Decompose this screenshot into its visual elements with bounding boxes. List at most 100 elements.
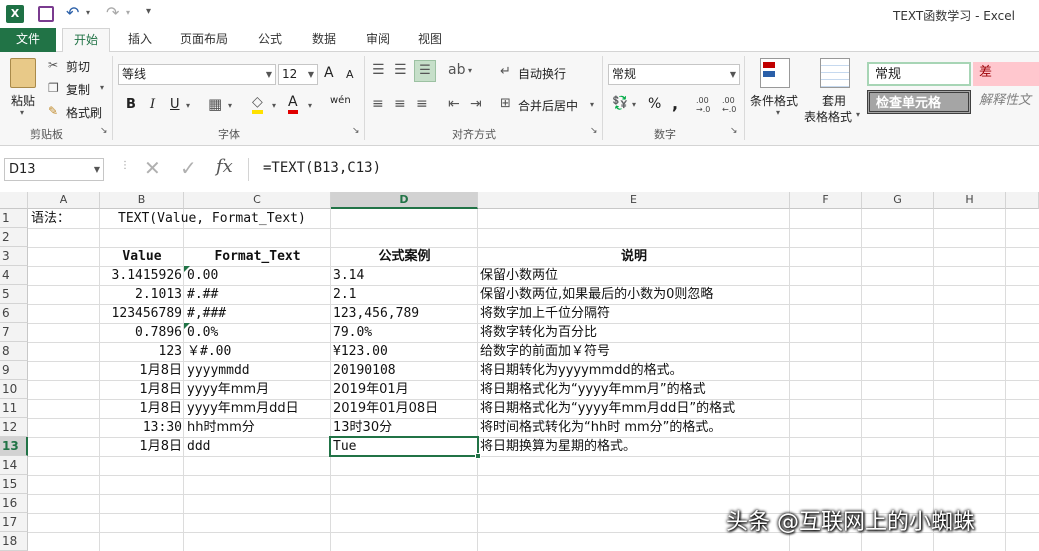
cell-value[interactable]: 1月8日 (100, 380, 184, 399)
cell-result[interactable]: ¥123.00 (333, 342, 388, 361)
save-icon[interactable] (38, 6, 54, 22)
fill-color-icon[interactable]: ◇ (252, 94, 263, 114)
underline-dropdown-icon[interactable]: ▾ (186, 101, 190, 110)
cell-value[interactable]: 123456789 (100, 304, 184, 323)
cell-desc[interactable]: 将时间格式转化为“hh时 mm分”的格式。 (480, 418, 721, 437)
cell-format[interactable]: yyyy年mm月 (187, 380, 269, 399)
cell-result[interactable]: 123,456,789 (333, 304, 419, 323)
row-header[interactable]: 14 (0, 456, 28, 475)
font-color-icon[interactable]: A (288, 94, 298, 114)
percent-button[interactable]: % (648, 96, 661, 112)
cell-d3[interactable]: 公式案例 (331, 247, 478, 266)
cell-result[interactable]: 13时30分 (333, 418, 392, 437)
copy-dropdown-icon[interactable]: ▾ (100, 83, 104, 92)
font-launcher-icon[interactable]: ↘ (352, 126, 360, 136)
cell-format[interactable]: #,### (187, 304, 226, 323)
tab-file[interactable]: 文件 (0, 28, 56, 52)
cell-b3[interactable]: Value (100, 247, 184, 266)
cell-desc[interactable]: 将数字加上千位分隔符 (480, 304, 610, 323)
cell-desc[interactable]: 将日期转化为yyyymmdd的格式。 (480, 361, 683, 380)
bold-button[interactable]: B (126, 97, 136, 112)
cell-value[interactable]: 1月8日 (100, 399, 184, 418)
row-header[interactable]: 17 (0, 513, 28, 532)
align-top-icon[interactable]: ☰ (372, 62, 385, 78)
format-as-table-line2[interactable]: 表格格式 (804, 108, 852, 125)
number-format-select[interactable]: 常规 ▼ (608, 64, 740, 85)
column-header-e[interactable]: E (478, 192, 790, 209)
cell-format[interactable]: ddd (187, 437, 210, 456)
decrease-indent-icon[interactable]: ⇤ (448, 96, 460, 112)
format-as-table-line1[interactable]: 套用 (822, 92, 846, 109)
accounting-format-icon[interactable]: 💱 (612, 96, 628, 111)
style-explanatory[interactable]: 解释性文 (973, 90, 1039, 114)
customize-toolbar-icon[interactable]: ▾ (146, 6, 151, 17)
orientation-icon[interactable]: ab (448, 62, 465, 78)
grow-font-button[interactable]: A (324, 65, 334, 81)
column-header-g[interactable]: G (862, 192, 934, 209)
cell-result[interactable]: 2.1 (333, 285, 356, 304)
increase-indent-icon[interactable]: ⇥ (470, 96, 482, 112)
clipboard-launcher-icon[interactable]: ↘ (100, 126, 108, 136)
name-box[interactable]: D13 ▼ (4, 158, 104, 181)
style-bad[interactable]: 差 (973, 62, 1039, 86)
copy-icon[interactable]: ❐ (48, 81, 59, 95)
phonetic-button[interactable]: wén (330, 95, 351, 106)
column-header-c[interactable]: C (184, 192, 331, 209)
cell-value[interactable]: 2.1013 (100, 285, 184, 304)
cell-desc[interactable]: 保留小数两位,如果最后的小数为0则忽略 (480, 285, 713, 304)
align-bottom-icon[interactable]: ☰ (414, 60, 436, 82)
cell-result[interactable]: 20190108 (333, 361, 396, 380)
redo-icon[interactable]: ↷ (106, 3, 119, 22)
cell-desc[interactable]: 将日期换算为星期的格式。 (480, 437, 636, 456)
cell-value[interactable]: 0.7896 (100, 323, 184, 342)
cut-button[interactable]: 剪切 (66, 58, 90, 75)
row-header-selected[interactable]: 13 (0, 437, 28, 456)
row-header[interactable]: 11 (0, 399, 28, 418)
align-middle-icon[interactable]: ☰ (394, 62, 407, 78)
format-painter-icon[interactable]: ✎ (48, 104, 58, 118)
paste-dropdown-icon[interactable]: ▾ (20, 108, 24, 117)
border-dropdown-icon[interactable]: ▾ (228, 101, 232, 110)
column-header-f[interactable]: F (790, 192, 862, 209)
cell-desc[interactable]: 保留小数两位 (480, 266, 558, 285)
row-header[interactable]: 1 (0, 209, 28, 228)
format-painter-button[interactable]: 格式刷 (66, 104, 102, 121)
cell-desc[interactable]: 给数字的前面加￥符号 (480, 342, 610, 361)
cell-result[interactable]: 2019年01月08日 (333, 399, 438, 418)
align-left-icon[interactable]: ≡ (372, 96, 384, 112)
formula-input[interactable]: =TEXT(B13,C13) (248, 158, 1039, 181)
merge-center-button[interactable]: 合并后居中 (518, 97, 578, 114)
number-launcher-icon[interactable]: ↘ (730, 126, 738, 136)
orientation-dropdown-icon[interactable]: ▾ (468, 66, 472, 75)
undo-dropdown-icon[interactable]: ▾ (86, 8, 90, 17)
row-header[interactable]: 9 (0, 361, 28, 380)
cell-result[interactable]: 79.0% (333, 323, 372, 342)
row-header[interactable]: 3 (0, 247, 28, 266)
cell-format[interactable]: yyyy年mm月dd日 (187, 399, 299, 418)
cell-result[interactable]: 2019年01月 (333, 380, 409, 399)
column-header-d[interactable]: D (331, 192, 478, 209)
column-header-h[interactable]: H (934, 192, 1006, 209)
cell-format[interactable]: 0.00 (187, 266, 218, 285)
tab-review[interactable]: 审阅 (358, 28, 398, 52)
column-header-b[interactable]: B (100, 192, 184, 209)
cell-format[interactable]: yyyymmdd (187, 361, 250, 380)
cell-c3[interactable]: Format_Text (184, 247, 331, 266)
accounting-dropdown-icon[interactable]: ▾ (632, 100, 636, 109)
italic-button[interactable]: I (150, 97, 155, 112)
row-header[interactable]: 18 (0, 532, 28, 551)
row-header[interactable]: 15 (0, 475, 28, 494)
column-header-i[interactable] (1006, 192, 1039, 209)
font-size-select[interactable]: 12 ▼ (278, 64, 318, 85)
paste-icon[interactable] (10, 58, 36, 88)
paste-button[interactable]: 粘贴 (11, 92, 35, 109)
enter-icon[interactable]: ✓ (180, 156, 197, 180)
fill-handle[interactable] (475, 453, 481, 459)
increase-decimal-icon[interactable]: .00 →.0 (696, 96, 710, 114)
row-header[interactable]: 4 (0, 266, 28, 285)
decrease-decimal-icon[interactable]: .00 ←.0 (722, 96, 736, 114)
insert-function-icon[interactable]: fx (216, 156, 233, 177)
cell-result[interactable]: 3.14 (333, 266, 364, 285)
tab-page-layout[interactable]: 页面布局 (172, 28, 236, 52)
wrap-text-icon[interactable]: ↵ (500, 64, 511, 79)
